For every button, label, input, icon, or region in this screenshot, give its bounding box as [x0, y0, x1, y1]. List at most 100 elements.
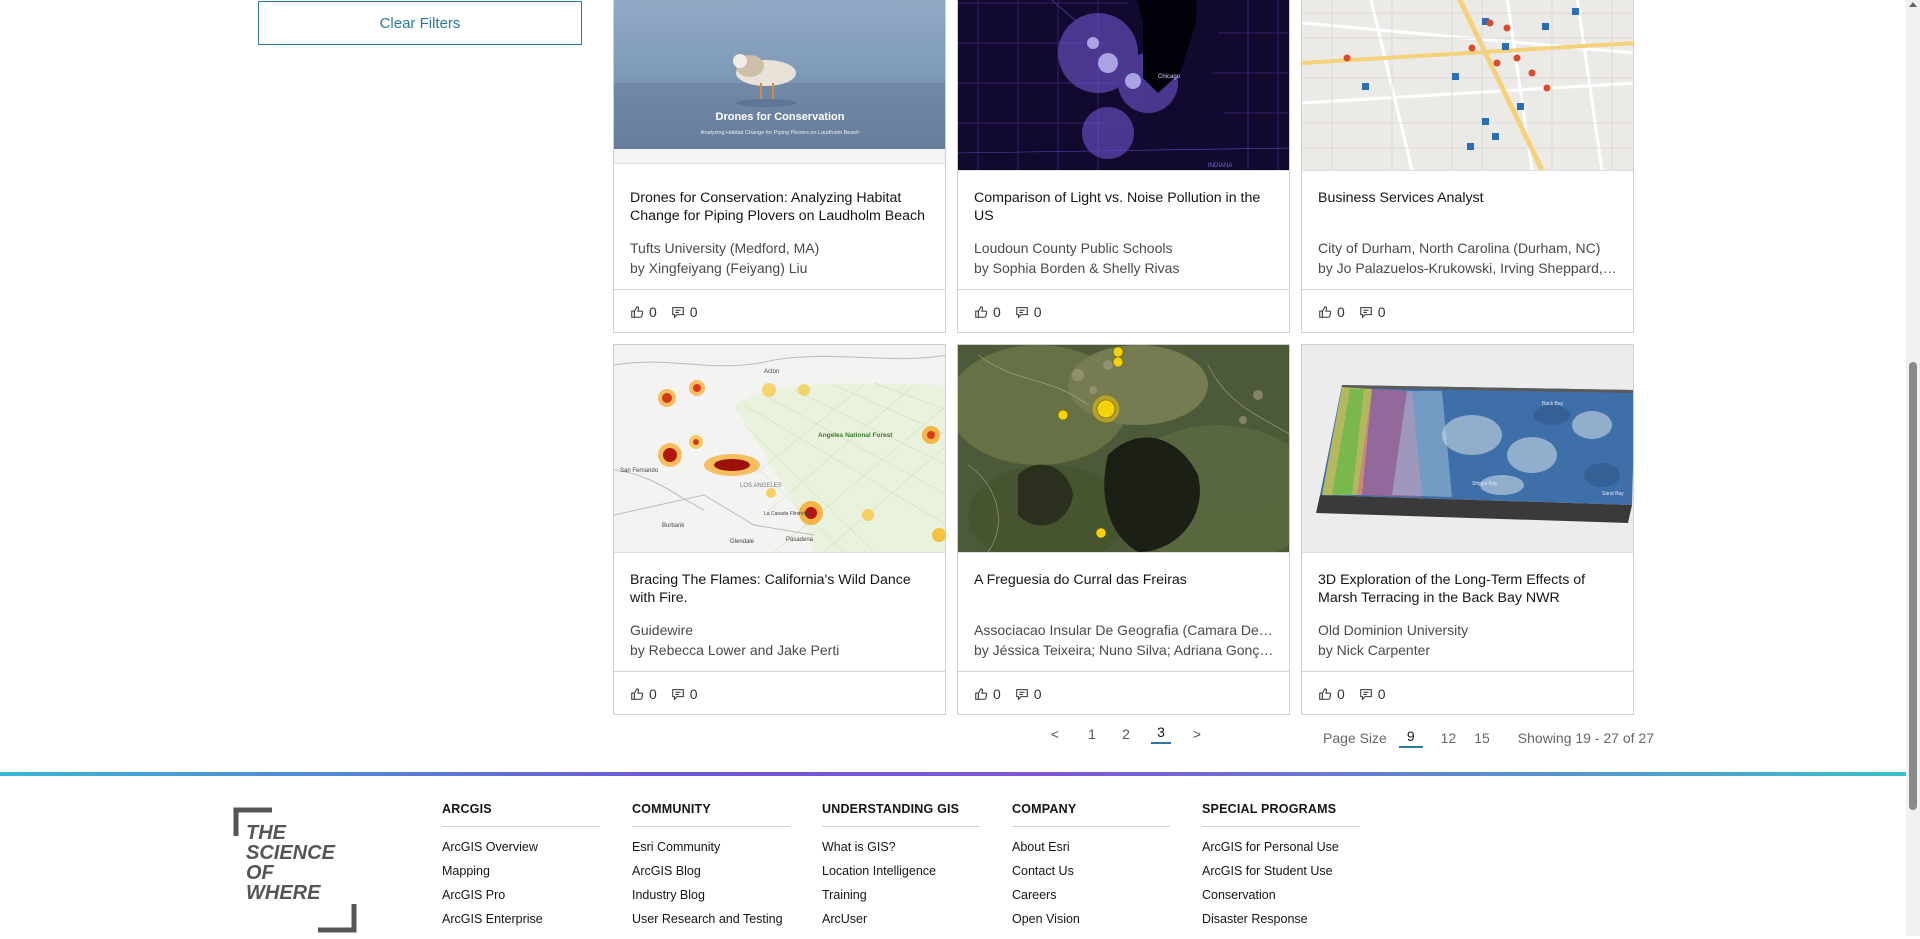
card-authors: by Nick Carpenter	[1318, 642, 1431, 658]
story-card[interactable]: A Freguesia do Curral das Freiras Associ…	[957, 344, 1290, 715]
card-title[interactable]: 3D Exploration of the Long-Term Effects …	[1318, 571, 1619, 607]
footer-column-heading: ARCGIS	[442, 802, 600, 827]
page-size-label: Page Size	[1323, 730, 1387, 746]
footer-link[interactable]: About Esri	[1012, 840, 1172, 854]
footer-link[interactable]: ArcGIS Pro	[442, 888, 602, 902]
next-page-button[interactable]: >	[1187, 726, 1207, 742]
footer-link[interactable]: ArcGIS for Student Use	[1202, 864, 1362, 878]
card-authors: by Sophia Borden & Shelly Rivas	[974, 260, 1180, 276]
card-footer: 0 0	[614, 671, 945, 716]
card-title[interactable]: Comparison of Light vs. Noise Pollution …	[974, 189, 1275, 225]
logo-text-line: THE	[246, 822, 287, 844]
prev-page-button[interactable]: <	[1045, 726, 1065, 742]
footer-link[interactable]: Esri Community	[632, 840, 792, 854]
card-organization: Loudoun County Public Schools	[974, 240, 1173, 256]
clear-filters-button[interactable]: Clear Filters	[258, 1, 582, 45]
page-link-2[interactable]: 2	[1119, 726, 1133, 742]
footer-link[interactable]: User Research and Testing	[632, 912, 792, 926]
map-label: Acton	[764, 369, 779, 375]
thumbs-up-icon	[631, 688, 644, 700]
footer-link[interactable]: Disaster Response	[1202, 912, 1362, 926]
footer-link[interactable]: ArcGIS Enterprise	[442, 912, 602, 926]
like-button[interactable]: 0	[974, 304, 1001, 320]
logo-text-line: OF	[246, 862, 275, 884]
comment-button[interactable]: 0	[1359, 304, 1386, 320]
like-count: 0	[649, 686, 657, 702]
map-label: Sand Bay	[1602, 491, 1624, 497]
like-button[interactable]: 0	[630, 686, 657, 702]
card-thumbnail[interactable]	[958, 345, 1289, 553]
footer-link[interactable]: Mapping	[442, 864, 602, 878]
footer-column-heading: COMPANY	[1012, 802, 1170, 827]
footer-link[interactable]: Careers	[1012, 888, 1172, 902]
footer-column-heading: SPECIAL PROGRAMS	[1202, 802, 1360, 827]
footer-link[interactable]: Training	[822, 888, 982, 902]
comment-button[interactable]: 0	[1015, 304, 1042, 320]
page-size-option-9[interactable]: 9	[1398, 728, 1423, 748]
page-link-3-current[interactable]: 3	[1151, 724, 1171, 744]
card-thumbnail[interactable]: Drones for Conservation Analyzing Habita…	[614, 0, 945, 164]
like-button[interactable]: 0	[974, 686, 1001, 702]
footer-link[interactable]: ArcGIS Overview	[442, 840, 602, 854]
like-button[interactable]: 0	[1318, 304, 1345, 320]
card-organization: City of Durham, North Carolina (Durham, …	[1318, 240, 1601, 256]
science-of-where-logo[interactable]: THE SCIENCE OF WHERE	[232, 806, 358, 934]
thumbs-up-icon	[975, 688, 988, 700]
page-scrollbar[interactable]	[1906, 0, 1920, 936]
story-card[interactable]: Chicago INDIANA Comparison of Light vs. …	[957, 0, 1290, 333]
like-button[interactable]: 0	[1318, 686, 1345, 702]
card-title[interactable]: Drones for Conservation: Analyzing Habit…	[630, 189, 931, 225]
story-card[interactable]: Angeles National Forest LOS ANGELES Burb…	[613, 344, 946, 715]
story-card[interactable]: Drones for Conservation Analyzing Habita…	[613, 0, 946, 333]
like-count: 0	[993, 304, 1001, 320]
thumbs-up-icon	[1319, 688, 1332, 700]
scrollbar-thumb[interactable]	[1909, 362, 1917, 810]
footer-link[interactable]: ArcUser	[822, 912, 982, 926]
scroll-up-arrow-icon[interactable]	[1909, 2, 1917, 7]
map-label: La Canada Flintridge	[764, 511, 811, 517]
card-title[interactable]: A Freguesia do Curral das Freiras	[974, 571, 1275, 589]
footer-divider	[0, 772, 1906, 776]
comment-button[interactable]: 0	[1359, 686, 1386, 702]
card-thumbnail[interactable]: Chicago INDIANA	[958, 0, 1289, 171]
pagination: < 1 2 3 >	[1045, 724, 1207, 744]
page-size-option-12[interactable]: 12	[1441, 730, 1457, 746]
like-button[interactable]: 0	[630, 304, 657, 320]
card-thumbnail[interactable]: Angeles National Forest LOS ANGELES Burb…	[614, 345, 945, 553]
like-count: 0	[1337, 686, 1345, 702]
footer-link[interactable]: Conservation	[1202, 888, 1362, 902]
story-card[interactable]: Business Services Analyst City of Durham…	[1301, 0, 1634, 333]
map-label: Pasadena	[786, 537, 814, 543]
comment-button[interactable]: 0	[671, 686, 698, 702]
card-organization: Old Dominion University	[1318, 622, 1469, 638]
card-footer: 0 0	[1302, 671, 1633, 716]
footer-column-heading: UNDERSTANDING GIS	[822, 802, 980, 827]
page-link-1[interactable]: 1	[1085, 726, 1099, 742]
comment-icon	[1360, 307, 1372, 319]
card-title[interactable]: Bracing The Flames: California's Wild Da…	[630, 571, 931, 607]
footer-link[interactable]: Industry Blog	[632, 888, 792, 902]
footer-link[interactable]: What is GIS?	[822, 840, 982, 854]
footer-column-special-programs: SPECIAL PROGRAMS ArcGIS for Personal Use…	[1202, 802, 1362, 926]
footer-link[interactable]: ArcGIS for Personal Use	[1202, 840, 1362, 854]
card-thumbnail[interactable]: Back Bay Shipps Bay Sand Bay	[1302, 345, 1633, 553]
comment-count: 0	[1033, 304, 1042, 320]
footer-link[interactable]: Open Vision	[1012, 912, 1172, 926]
footer-link[interactable]: Contact Us	[1012, 864, 1172, 878]
card-authors: by Jo Palazuelos-Krukowski, Irving Shepp…	[1318, 260, 1619, 276]
comment-button[interactable]: 0	[1015, 686, 1042, 702]
card-thumbnail[interactable]	[1302, 0, 1633, 171]
map-label: Chicago	[1158, 74, 1181, 80]
card-footer: 0 0	[614, 289, 945, 334]
story-card[interactable]: Back Bay Shipps Bay Sand Bay 3D Explorat…	[1301, 344, 1634, 715]
comment-icon	[1016, 307, 1028, 319]
comment-button[interactable]: 0	[671, 304, 698, 320]
map-label: Back Bay	[1542, 401, 1564, 407]
footer-link[interactable]: ArcGIS Blog	[632, 864, 792, 878]
footer-link[interactable]: Location Intelligence	[822, 864, 982, 878]
card-organization: Tufts University (Medford, MA)	[630, 240, 820, 256]
page-size-option-15[interactable]: 15	[1474, 730, 1490, 746]
map-label: Burbank	[662, 523, 685, 529]
card-authors: by Jéssica Teixeira; Nuno Silva; Adriana…	[974, 642, 1275, 658]
card-title[interactable]: Business Services Analyst	[1318, 189, 1619, 207]
